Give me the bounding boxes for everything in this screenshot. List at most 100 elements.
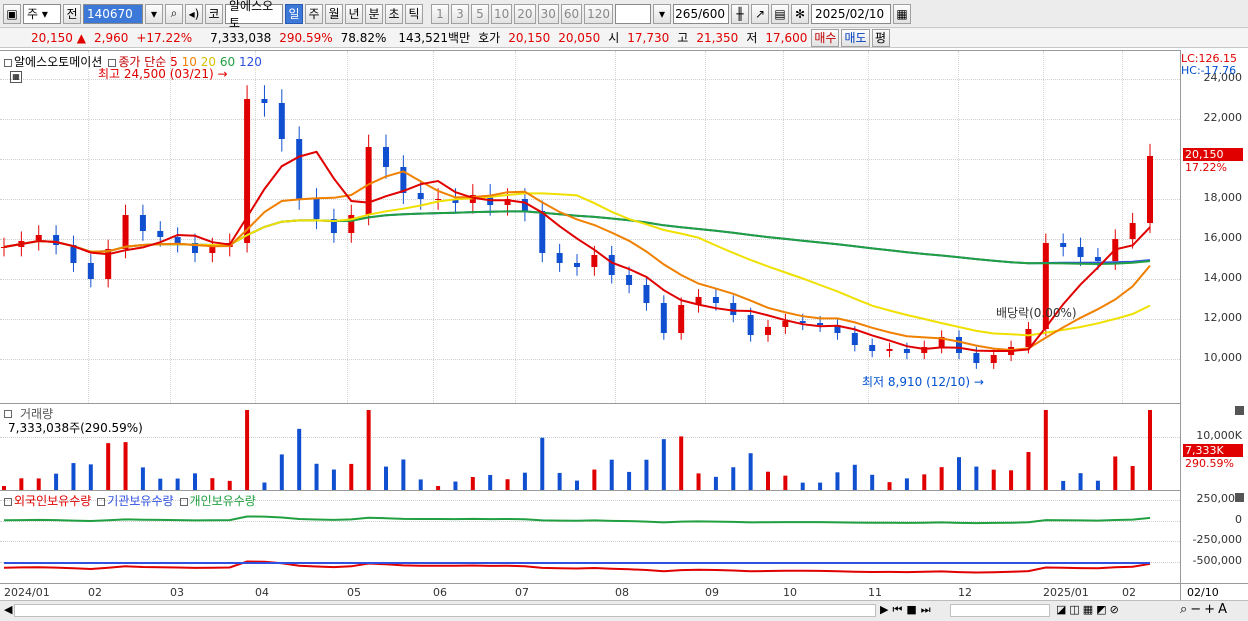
scroll-left-icon[interactable]: ◀	[4, 603, 12, 616]
prev-button[interactable]: 전	[63, 3, 81, 24]
draw-icon[interactable]: ↗	[751, 3, 770, 24]
count-value: 265	[675, 6, 699, 21]
close-icon[interactable]	[1235, 493, 1244, 502]
sound-icon[interactable]: ◂)	[185, 3, 203, 24]
view-tools[interactable]: ◪◫▦◩⊘	[1056, 603, 1122, 616]
volume-value: 7,333,038	[210, 30, 272, 45]
custom-interval-input[interactable]	[615, 3, 652, 24]
institution-label: 기관보유수량	[107, 494, 174, 508]
date-input[interactable]: 2025/02/10	[811, 3, 892, 24]
interval-dropdown-icon[interactable]: ▾	[653, 3, 672, 24]
tab-week[interactable]: 주	[305, 3, 323, 24]
hoga-label: 호가	[478, 31, 501, 45]
candle-body	[1025, 329, 1032, 347]
gear-icon[interactable]: ✻	[791, 3, 810, 24]
x-label: 07	[515, 586, 529, 599]
flat-button[interactable]: 평	[871, 28, 890, 47]
ma-5-line	[3, 150, 1151, 352]
volume-bar	[418, 479, 423, 490]
volume-bar	[210, 478, 215, 490]
volume-bar	[870, 474, 875, 490]
interval-120[interactable]: 120	[584, 3, 614, 24]
close-icon[interactable]	[1235, 406, 1244, 415]
volume-axis[interactable]: 10,000K 7,333K 290.59%	[1180, 403, 1248, 490]
candle-icon[interactable]: ╫	[731, 3, 750, 24]
volume-bar	[331, 469, 336, 490]
tab-day[interactable]: 일	[285, 3, 303, 24]
market-select[interactable]: 주 ▾	[23, 3, 61, 24]
buy-button[interactable]: 매수	[811, 28, 840, 47]
candle-body	[521, 199, 528, 211]
sell-button[interactable]: 매도	[841, 28, 870, 47]
candle-body	[730, 303, 737, 315]
interval-3[interactable]: 3	[451, 3, 469, 24]
y-tick: 12,000	[1203, 311, 1243, 324]
volume-bar	[36, 478, 41, 490]
x-axis-last-date: 02/10	[1180, 583, 1248, 600]
interval-10[interactable]: 10	[491, 3, 513, 24]
y-tick: 18,000	[1203, 191, 1243, 204]
price-chart	[1, 85, 1153, 369]
calendar-icon[interactable]: ▦	[893, 3, 912, 24]
tab-second[interactable]: 초	[385, 3, 403, 24]
playback-controls[interactable]: ▶⏮■⏭	[880, 603, 935, 617]
high-annotation: 최고 24,500 (03/21) →	[98, 67, 228, 81]
zoom-slider[interactable]	[950, 604, 1050, 617]
holdings-panel[interactable]: 외국인보유수량 기관보유수량 개인보유수량	[0, 490, 1180, 583]
volume-bar	[592, 469, 597, 490]
candle-body	[209, 247, 216, 253]
volume-bar	[748, 453, 753, 490]
table-icon[interactable]: ▦	[10, 71, 22, 83]
volume-bar	[627, 471, 632, 490]
price-panel[interactable]: 알에스오토메이션 종가 단순 5 10 20 60 120 ▦ 최고 24,50…	[0, 50, 1180, 403]
period-button[interactable]: 코	[205, 3, 223, 24]
volume-bar	[766, 471, 770, 490]
search-icon[interactable]: ⌕	[165, 3, 183, 24]
candle-body	[122, 215, 129, 249]
save-icon[interactable]: ▤	[771, 3, 790, 24]
holdings-axis[interactable]: 250,000 0 -250,000 -500,000	[1180, 490, 1248, 583]
candle-body	[278, 103, 285, 139]
volume-y-tick: 10,000K	[1196, 429, 1242, 442]
candle-body	[608, 255, 615, 275]
volume-bar	[939, 467, 944, 490]
stock-name-field[interactable]: 알에스오토	[225, 0, 283, 30]
ma-120-label: 120	[238, 55, 262, 69]
high-value: 21,350	[696, 30, 739, 45]
tab-tick[interactable]: 틱	[405, 3, 423, 24]
individual-label: 개인보유수량	[189, 494, 256, 508]
interval-1[interactable]: 1	[431, 3, 449, 24]
interval-5[interactable]: 5	[471, 3, 489, 24]
tab-minute[interactable]: 분	[365, 3, 383, 24]
holdings-y-tick: -250,000	[1192, 533, 1242, 546]
code-input[interactable]: 140670	[83, 3, 143, 24]
interval-20[interactable]: 20	[514, 3, 536, 24]
volume-bar	[384, 466, 388, 490]
x-label: 09	[705, 586, 719, 599]
volume-bar	[349, 463, 354, 490]
tab-year[interactable]: 년	[345, 3, 363, 24]
volume-bar	[262, 482, 267, 490]
code-dropdown-icon[interactable]: ▾	[145, 3, 163, 24]
candle-body	[574, 263, 580, 267]
candle-body	[747, 315, 754, 335]
volume-bar	[991, 469, 996, 490]
candle-body	[956, 337, 962, 353]
zoom-tools[interactable]: ⌕−+A	[1180, 602, 1230, 617]
candle-body	[626, 275, 633, 285]
scroll-track[interactable]	[14, 604, 876, 617]
volume-panel[interactable]: 거래량 7,333,038주(290.59%)	[0, 403, 1180, 490]
interval-60[interactable]: 60	[560, 3, 583, 24]
candle-body	[365, 147, 372, 215]
volume-bar	[401, 459, 406, 490]
hoga-bid: 20,050	[558, 30, 601, 45]
scroll-bar[interactable]: ◀ ▶⏮■⏭ ◪◫▦◩⊘ ⌕−+A	[0, 600, 1248, 621]
volume-last-tag: 7,333K	[1183, 444, 1243, 457]
tab-month[interactable]: 월	[325, 3, 343, 24]
window-icon[interactable]: ▣	[3, 3, 21, 24]
volume-bar	[522, 472, 527, 490]
interval-30[interactable]: 30	[537, 3, 559, 24]
price-axis[interactable]: 24,000 22,000 20,000 18,000 16,000 14,00…	[1180, 50, 1248, 403]
count-input[interactable]: 265/600	[673, 3, 730, 24]
quote-bar: 20,150 ▲ 2,960 +17.22% 7,333,038 290.59%…	[0, 28, 1248, 48]
